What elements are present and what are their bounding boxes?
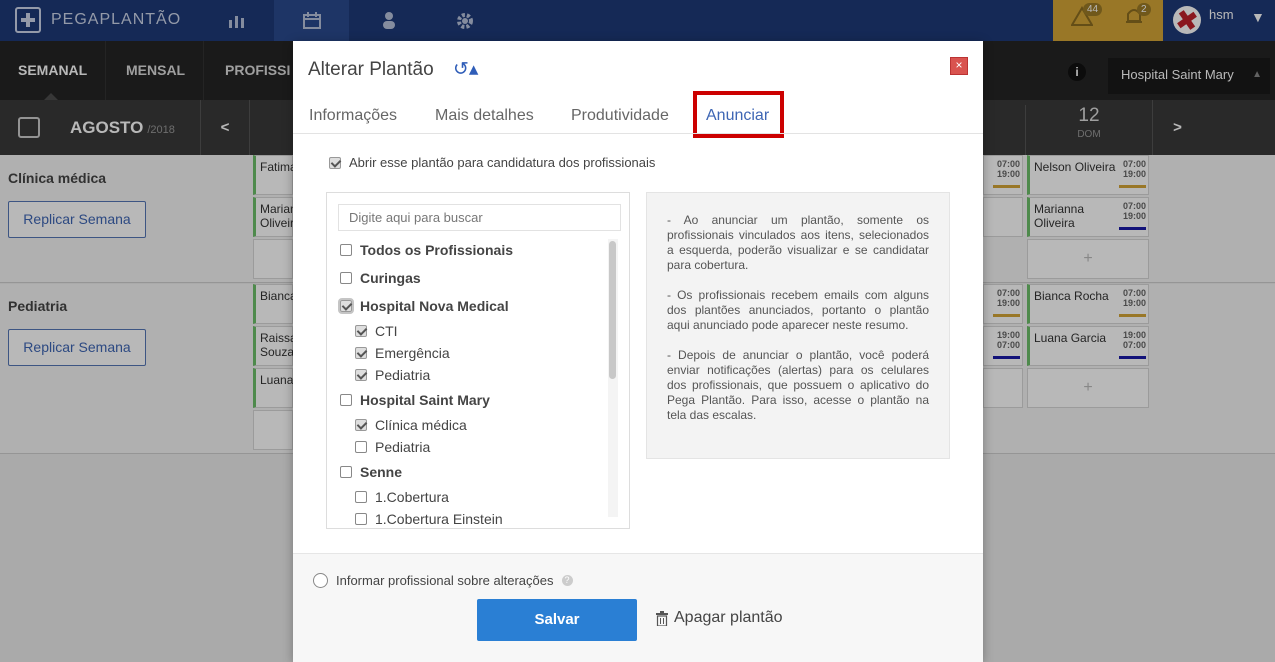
list-item[interactable]: Todos os Profissionais: [340, 242, 513, 258]
list-item[interactable]: CTI: [355, 323, 398, 339]
tab-produtividade[interactable]: Produtividade: [571, 107, 669, 125]
close-button[interactable]: ×: [950, 57, 968, 75]
checkbox-icon: [340, 466, 352, 478]
list-item-label: Pediatria: [375, 367, 431, 383]
list-item[interactable]: Clínica médica: [355, 417, 467, 433]
help-icon[interactable]: ?: [561, 575, 573, 586]
notify-label: Informar profissional sobre alterações: [336, 573, 554, 588]
checkbox-icon: [340, 272, 352, 284]
list-item[interactable]: Hospital Saint Mary: [340, 392, 490, 408]
edit-shift-modal: Alterar Plantão ↺▴ × Informações Mais de…: [293, 41, 983, 662]
checkbox-icon: [340, 244, 352, 256]
list-item-label: 1.Cobertura: [375, 489, 449, 505]
info-paragraph: - Depois de anunciar o plantão, você pod…: [667, 348, 929, 422]
info-paragraph: - Os profissionais recebem emails com al…: [667, 288, 929, 332]
announce-info-panel: - Ao anunciar um plantão, somente os pro…: [646, 192, 950, 459]
radio-icon: [313, 573, 328, 588]
checkbox-checked-icon: [329, 156, 341, 169]
list-item-label: Emergência: [375, 345, 450, 361]
list-item[interactable]: Emergência: [355, 345, 450, 361]
tab-divider: [293, 133, 983, 134]
active-tab-highlight: [693, 91, 784, 138]
list-item-label: Todos os Profissionais: [360, 242, 513, 258]
list-item-label: Pediatria: [375, 439, 431, 455]
list-item[interactable]: Hospital Nova Medical: [338, 298, 509, 314]
checkbox-checked-icon: [355, 325, 367, 337]
list-item-label: Senne: [360, 464, 403, 480]
list-item-label: CTI: [375, 323, 398, 339]
search-input[interactable]: Digite aqui para buscar: [338, 204, 621, 231]
notify-professional-option[interactable]: Informar profissional sobre alterações ?: [313, 573, 573, 588]
list-item[interactable]: Curingas: [340, 270, 421, 286]
scrollbar-thumb[interactable]: [609, 241, 616, 379]
list-scrollbar[interactable]: [608, 239, 618, 517]
checkbox-icon: [355, 513, 367, 525]
list-item-label: Hospital Nova Medical: [360, 298, 509, 314]
save-button[interactable]: Salvar: [477, 599, 637, 641]
modal-footer: Informar profissional sobre alterações ?…: [293, 553, 983, 662]
list-item-label: 1.Cobertura Einstein: [375, 511, 503, 527]
list-item[interactable]: Senne: [340, 464, 402, 480]
checkbox-checked-icon: [355, 419, 367, 431]
checkbox-checked-icon: [355, 347, 367, 359]
open-for-candidacy-checkbox[interactable]: Abrir esse plantão para candidatura dos …: [329, 155, 655, 170]
trash-icon: [656, 610, 668, 626]
list-item-label: Curingas: [360, 270, 421, 286]
tab-informacoes[interactable]: Informações: [309, 107, 397, 125]
list-item[interactable]: Pediatria: [355, 439, 430, 455]
modal-title: Alterar Plantão: [308, 59, 434, 80]
tab-mais-detalhes[interactable]: Mais detalhes: [435, 107, 534, 125]
open-for-candidacy-label: Abrir esse plantão para candidatura dos …: [349, 155, 656, 170]
list-item-label: Hospital Saint Mary: [360, 392, 490, 408]
history-icon[interactable]: ↺▴: [453, 58, 478, 81]
info-paragraph: - Ao anunciar um plantão, somente os pro…: [667, 213, 929, 272]
checkbox-checked-icon: [355, 369, 367, 381]
checkbox-checked-icon: [338, 298, 354, 314]
list-item[interactable]: 1.Cobertura: [355, 489, 449, 505]
professionals-list: Digite aqui para buscar Todos os Profiss…: [326, 192, 630, 529]
list-item[interactable]: 1.Cobertura Einstein: [355, 511, 503, 527]
delete-shift-label: Apagar plantão: [674, 609, 783, 626]
delete-shift-button[interactable]: Apagar plantão: [656, 609, 783, 627]
list-item-label: Clínica médica: [375, 417, 467, 433]
list-item[interactable]: Pediatria: [355, 367, 430, 383]
checkbox-icon: [340, 394, 352, 406]
checkbox-icon: [355, 491, 367, 503]
checkbox-icon: [355, 441, 367, 453]
